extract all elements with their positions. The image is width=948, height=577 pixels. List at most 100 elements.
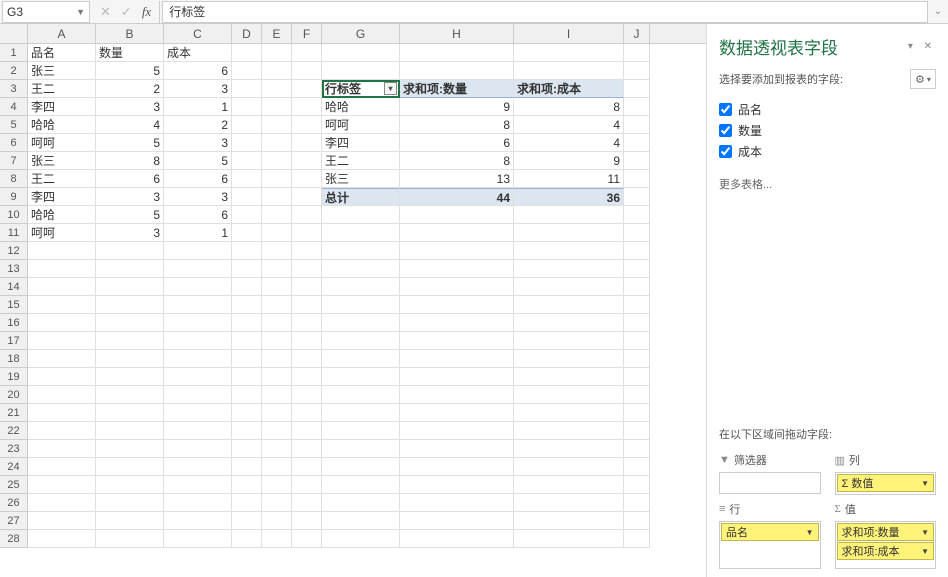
field-checkbox[interactable] <box>719 145 732 158</box>
cell[interactable] <box>232 188 262 206</box>
cell[interactable] <box>96 350 164 368</box>
pivot-value[interactable]: 11 <box>514 170 624 188</box>
cell[interactable] <box>96 530 164 548</box>
cell[interactable] <box>514 494 624 512</box>
cell[interactable] <box>514 62 624 80</box>
pivot-value[interactable]: 13 <box>400 170 514 188</box>
cell[interactable] <box>624 44 650 62</box>
cell[interactable] <box>262 98 292 116</box>
cell[interactable] <box>262 512 292 530</box>
cell[interactable]: 3 <box>164 80 232 98</box>
cell[interactable] <box>624 152 650 170</box>
cell[interactable] <box>624 278 650 296</box>
cell[interactable]: 呵呵 <box>28 224 96 242</box>
pivot-value[interactable]: 4 <box>514 134 624 152</box>
pivot-total-label[interactable]: 总计 <box>322 188 400 206</box>
row-header[interactable]: 17 <box>0 332 28 350</box>
cell[interactable] <box>262 170 292 188</box>
cell[interactable]: 哈哈 <box>28 206 96 224</box>
cell[interactable] <box>624 404 650 422</box>
cell[interactable] <box>624 296 650 314</box>
cell[interactable]: 8 <box>96 152 164 170</box>
cell[interactable] <box>322 278 400 296</box>
cell[interactable] <box>28 404 96 422</box>
cell[interactable] <box>292 134 322 152</box>
cell[interactable] <box>514 350 624 368</box>
cell[interactable] <box>164 494 232 512</box>
cell[interactable] <box>624 530 650 548</box>
cell[interactable] <box>164 386 232 404</box>
cell[interactable]: 5 <box>96 62 164 80</box>
cell[interactable] <box>514 476 624 494</box>
cell[interactable] <box>400 296 514 314</box>
cell[interactable]: 王二 <box>28 170 96 188</box>
cell[interactable] <box>514 296 624 314</box>
cell[interactable] <box>232 80 262 98</box>
pivot-row-label[interactable]: 呵呵 <box>322 116 400 134</box>
rows-area-item[interactable]: 品名 ▼ <box>721 523 819 541</box>
cell[interactable] <box>232 116 262 134</box>
cell[interactable] <box>232 476 262 494</box>
col-header-D[interactable]: D <box>232 24 262 43</box>
row-header[interactable]: 16 <box>0 314 28 332</box>
values-area-item[interactable]: 求和项:数量 ▼ <box>837 523 935 541</box>
col-header-E[interactable]: E <box>262 24 292 43</box>
cell[interactable] <box>164 530 232 548</box>
row-header[interactable]: 19 <box>0 368 28 386</box>
pivot-col2-header[interactable]: 求和项:成本 <box>514 80 624 98</box>
row-header[interactable]: 18 <box>0 350 28 368</box>
cell[interactable] <box>96 332 164 350</box>
cell[interactable] <box>28 440 96 458</box>
cell[interactable] <box>232 332 262 350</box>
cell[interactable] <box>164 260 232 278</box>
cell[interactable] <box>96 386 164 404</box>
cell[interactable] <box>292 152 322 170</box>
cell[interactable]: 1 <box>164 98 232 116</box>
cell[interactable] <box>164 368 232 386</box>
row-header[interactable]: 12 <box>0 242 28 260</box>
cell[interactable] <box>232 386 262 404</box>
cell[interactable] <box>400 530 514 548</box>
cell[interactable] <box>322 242 400 260</box>
cell[interactable] <box>262 530 292 548</box>
cell[interactable] <box>28 494 96 512</box>
cell[interactable] <box>292 296 322 314</box>
cell[interactable] <box>400 404 514 422</box>
cell[interactable] <box>400 440 514 458</box>
cell[interactable] <box>262 404 292 422</box>
cell[interactable] <box>624 80 650 98</box>
col-header-H[interactable]: H <box>400 24 514 43</box>
cell[interactable] <box>262 476 292 494</box>
row-header[interactable]: 3 <box>0 80 28 98</box>
cell[interactable] <box>624 314 650 332</box>
cell[interactable] <box>400 422 514 440</box>
cell[interactable]: 5 <box>96 206 164 224</box>
col-header-G[interactable]: G <box>322 24 400 43</box>
cell[interactable] <box>164 332 232 350</box>
cell[interactable] <box>292 458 322 476</box>
col-header-J[interactable]: J <box>624 24 650 43</box>
cell[interactable] <box>624 98 650 116</box>
cell[interactable] <box>292 476 322 494</box>
cell[interactable] <box>28 422 96 440</box>
row-header[interactable]: 7 <box>0 152 28 170</box>
cell[interactable] <box>400 512 514 530</box>
formula-input[interactable]: 行标签 <box>162 1 928 23</box>
cell[interactable] <box>322 422 400 440</box>
field-checkbox[interactable] <box>719 124 732 137</box>
cell[interactable] <box>624 62 650 80</box>
cell[interactable] <box>96 476 164 494</box>
cell[interactable] <box>232 368 262 386</box>
cell[interactable] <box>28 386 96 404</box>
cell[interactable] <box>624 260 650 278</box>
cell[interactable] <box>292 278 322 296</box>
cell[interactable] <box>232 242 262 260</box>
cell[interactable] <box>164 296 232 314</box>
values-area-item[interactable]: 求和项:成本 ▼ <box>837 542 935 560</box>
row-header[interactable]: 5 <box>0 116 28 134</box>
cell[interactable] <box>400 350 514 368</box>
cell[interactable]: 张三 <box>28 62 96 80</box>
field-item[interactable]: 数量 <box>719 120 936 141</box>
cell[interactable] <box>96 440 164 458</box>
cell[interactable] <box>514 458 624 476</box>
